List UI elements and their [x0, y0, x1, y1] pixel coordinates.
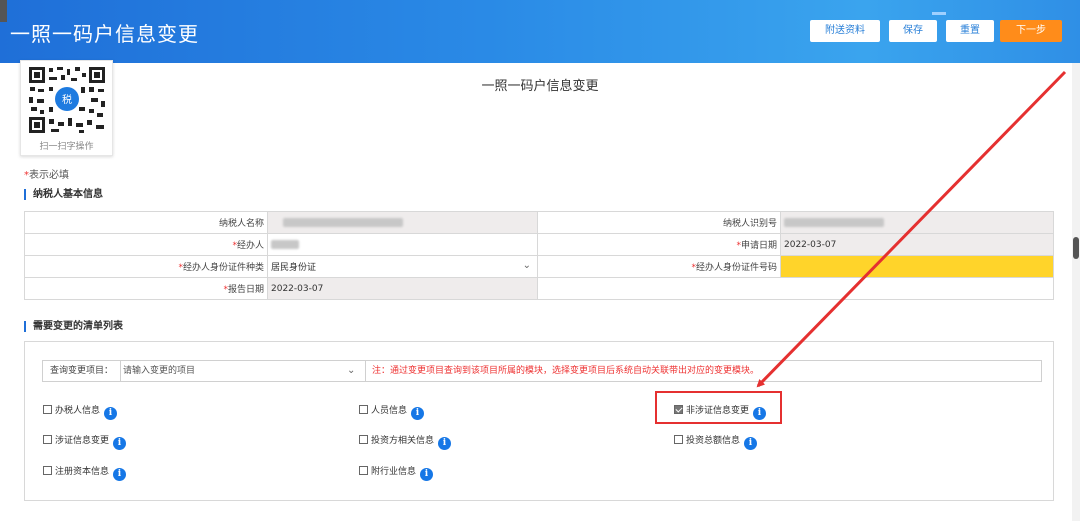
report-date-field: 2022-03-07 — [267, 277, 538, 300]
redacted-value — [271, 239, 299, 249]
taxpayer-name-field — [267, 211, 538, 234]
checkbox-icon — [43, 435, 52, 444]
info-icon[interactable]: i — [438, 437, 452, 450]
section-title-change-list: 需要变更的清单列表 — [24, 321, 123, 332]
checkbox-icon — [43, 405, 52, 414]
checkbox-icon — [674, 435, 683, 444]
search-label: 查询变更项目： — [43, 361, 121, 381]
required-note: *表示必填 — [24, 166, 69, 181]
reset-button[interactable]: 重置 — [946, 20, 994, 42]
chevron-down-icon: ⌄ — [522, 260, 531, 271]
checkbox-total-investment[interactable]: 投资总额信息 i — [674, 433, 758, 450]
info-icon[interactable]: i — [104, 407, 118, 420]
apply-date-label: *申请日期 — [537, 233, 781, 256]
checkbox-investor-info[interactable]: 投资方相关信息 i — [359, 433, 452, 450]
checkbox-taxpayer-handler[interactable]: 办税人信息 i — [43, 403, 118, 420]
checkbox-icon — [359, 435, 368, 444]
empty-cell — [537, 277, 1054, 300]
id-type-label: *经办人身份证件种类 — [24, 255, 268, 278]
change-list-panel: 查询变更项目： 请输入变更的项目 ⌄ 注：通过变更项目查询到该项目所属的模块，选… — [24, 341, 1054, 501]
checkbox-icon — [359, 466, 368, 475]
page-title: 一照一码户信息变更 — [481, 79, 599, 94]
basic-info-table: 纳税人名称 纳税人识别号 *经办人 *申请日期 2022-03-07 *经办人身… — [24, 211, 1054, 300]
table-row: 纳税人名称 纳税人识别号 — [24, 211, 1054, 234]
taxpayer-id-field — [780, 211, 1054, 234]
redacted-value — [784, 217, 884, 227]
search-note: 注：通过变更项目查询到该项目所属的模块，选择变更项目后系统自动关联带出对应的变更… — [365, 361, 759, 381]
handler-field[interactable] — [267, 233, 538, 256]
taxpayer-name-label: 纳税人名称 — [24, 211, 268, 234]
attach-materials-button[interactable]: 附送资料 — [810, 20, 880, 42]
taxpayer-id-label: 纳税人识别号 — [537, 211, 781, 234]
decorative-mark — [932, 12, 946, 20]
drag-handle[interactable] — [0, 0, 7, 22]
chevron-down-icon[interactable]: ⌄ — [347, 361, 355, 381]
top-bar: 一照一码户信息变更 附送资料 保存 重置 下一步 — [0, 0, 1080, 63]
qr-logo-text: 税 — [62, 93, 72, 106]
annotation-highlight-box — [655, 391, 782, 424]
report-date-label: *报告日期 — [24, 277, 268, 300]
checkbox-license-change[interactable]: 涉证信息变更 i — [43, 433, 127, 450]
change-search-row: 查询变更项目： 请输入变更的项目 ⌄ 注：通过变更项目查询到该项目所属的模块，选… — [42, 360, 1042, 382]
redacted-value — [283, 217, 403, 227]
table-row: *经办人 *申请日期 2022-03-07 — [24, 233, 1054, 256]
table-row: *经办人身份证件种类 居民身份证 ⌄ *经办人身份证件号码 — [24, 255, 1054, 278]
info-icon[interactable]: i — [113, 468, 127, 481]
search-select[interactable]: 请输入变更的项目 — [123, 361, 363, 381]
info-icon[interactable]: i — [744, 437, 758, 450]
scrollbar-thumb[interactable] — [1073, 237, 1079, 259]
app-title: 一照一码户信息变更 — [10, 22, 199, 46]
info-icon[interactable]: i — [420, 468, 434, 481]
id-type-select[interactable]: 居民身份证 ⌄ — [267, 255, 538, 278]
checkbox-personnel[interactable]: 人员信息 i — [359, 403, 425, 420]
required-note-text: 表示必填 — [29, 170, 69, 181]
apply-date-field: 2022-03-07 — [780, 233, 1054, 256]
handler-label: *经办人 — [24, 233, 268, 256]
section-title-basic-info: 纳税人基本信息 — [24, 189, 103, 200]
checkbox-icon — [43, 466, 52, 475]
save-button[interactable]: 保存 — [889, 20, 937, 42]
id-number-label: *经办人身份证件号码 — [537, 255, 781, 278]
checkbox-icon — [359, 405, 368, 414]
checkbox-additional-industry[interactable]: 附行业信息 i — [359, 464, 434, 481]
info-icon[interactable]: i — [411, 407, 425, 420]
checkbox-registered-capital[interactable]: 注册资本信息 i — [43, 464, 127, 481]
scrollbar[interactable] — [1072, 63, 1080, 521]
qr-caption: 扫一扫字操作 — [39, 142, 94, 152]
info-icon[interactable]: i — [113, 437, 127, 450]
table-row: *报告日期 2022-03-07 — [24, 277, 1054, 300]
id-number-field[interactable] — [780, 255, 1054, 278]
next-step-button[interactable]: 下一步 — [1000, 20, 1062, 42]
